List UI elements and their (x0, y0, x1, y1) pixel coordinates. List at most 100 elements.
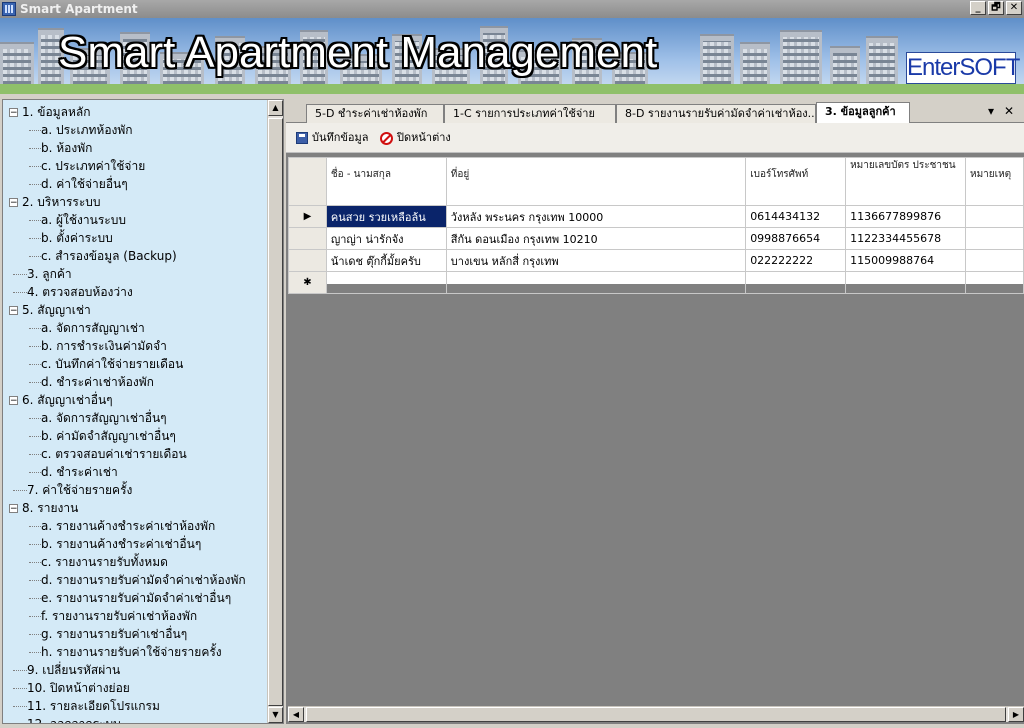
tree-menu-item[interactable]: b. การชำระเงินค่ามัดจำ (3, 337, 267, 355)
tree-group-item[interactable]: −6. สัญญาเช่าอื่นๆ (3, 391, 267, 409)
table-cell[interactable]: คนสวย รวยเหลือล้น (325, 205, 447, 228)
minimize-button[interactable]: _ (970, 1, 986, 15)
tree-menu-item[interactable]: b. ค่ามัดจำสัญญาเช่าอื่นๆ (3, 427, 267, 445)
table-cell[interactable] (745, 271, 847, 294)
table-cell[interactable] (845, 271, 966, 294)
tree-group-item[interactable]: 10. ปิดหน้าต่างย่อย (3, 679, 267, 697)
tree-menu-item[interactable]: c. ตรวจสอบค่าเช่ารายเดือน (3, 445, 267, 463)
grid-horizontal-scrollbar[interactable]: ◀ ▶ (288, 706, 1024, 722)
tree-connector (29, 616, 41, 617)
tree-group-item[interactable]: −5. สัญญาเช่า (3, 301, 267, 319)
table-row[interactable]: น้าเดช ตุ๊กกี้มั้ยครับ บางเขน หลักสี่ กรุ… (288, 249, 1024, 272)
row-selector[interactable]: ▶ (288, 205, 327, 228)
table-cell[interactable]: 0614434132 (745, 205, 847, 228)
customer-grid[interactable]: ชื่อ - นามสกุล ที่อยู่ เบอร์โทรศัพท์ หมา… (288, 156, 1024, 294)
table-row[interactable]: ญาญ่า น่ารักจัง สีกัน ดอนเมือง กรุงเทพ 10… (288, 227, 1024, 250)
tree-menu-item[interactable]: b. รายงานค้างชำระค่าเช่าอื่นๆ (3, 535, 267, 553)
new-row-marker-icon[interactable]: ✱ (288, 271, 327, 294)
tree-menu-item[interactable]: c. รายงานรายรับทั้งหมด (3, 553, 267, 571)
column-header-name[interactable]: ชื่อ - นามสกุล (325, 157, 447, 206)
scroll-up-arrow-icon[interactable]: ▲ (268, 100, 283, 116)
tree-menu-item[interactable]: e. รายงานรายรับค่ามัดจำค่าเช่าอื่นๆ (3, 589, 267, 607)
restore-button[interactable]: 🗗 (988, 1, 1004, 15)
tree-menu-item[interactable]: a. รายงานค้างชำระค่าเช่าห้องพัก (3, 517, 267, 535)
table-cell[interactable] (965, 271, 1024, 294)
tree-connector (29, 328, 41, 329)
tree-scroll-thumb[interactable] (268, 118, 283, 706)
row-selector[interactable] (288, 249, 327, 272)
row-selector[interactable] (288, 227, 327, 250)
save-button[interactable]: บันทึกข้อมูล (296, 130, 369, 146)
grid-scroll-thumb[interactable] (306, 707, 1006, 722)
table-cell[interactable]: วังหลัง พระนคร กรุงเทพ 10000 (445, 205, 747, 228)
tree-menu-item[interactable]: a. จัดการสัญญาเช่า (3, 319, 267, 337)
tree-menu-item[interactable]: c. บันทึกค่าใช้จ่ายรายเดือน (3, 355, 267, 373)
tab-expense-types[interactable]: 1-C รายการประเภทค่าใช้จ่าย (444, 104, 616, 123)
tree-menu-item[interactable]: c. ประเภทค่าใช้จ่าย (3, 157, 267, 175)
tree-item-label: a. ประเภทห้องพัก (41, 123, 133, 137)
scroll-down-arrow-icon[interactable]: ▼ (268, 707, 283, 723)
collapse-toggle-icon[interactable]: − (9, 108, 18, 118)
tree-menu-item[interactable]: d. ค่าใช้จ่ายอื่นๆ (3, 175, 267, 193)
tree-group-item[interactable]: 7. ค่าใช้จ่ายรายครั้ง (3, 481, 267, 499)
tree-group-item[interactable]: −2. บริหารระบบ (3, 193, 267, 211)
tree-item-label: b. ค่ามัดจำสัญญาเช่าอื่นๆ (41, 429, 176, 443)
tree-group-item[interactable]: −8. รายงาน (3, 499, 267, 517)
table-row[interactable]: ▶ คนสวย รวยเหลือล้น วังหลัง พระนคร กรุงเทพ… (288, 205, 1024, 228)
tab-payment-rent[interactable]: 5-D ชำระค่าเช่าห้องพัก (306, 104, 444, 123)
table-cell[interactable]: 0998876654 (745, 227, 847, 250)
tree-menu-item[interactable]: a. จัดการสัญญาเช่าอื่นๆ (3, 409, 267, 427)
tree-group-item[interactable]: 11. รายละเอียดโปรแกรม (3, 697, 267, 715)
tab-deposit-report[interactable]: 8-D รายงานรายรับค่ามัดจำค่าเช่าห้อง... (616, 104, 816, 123)
tree-group-item[interactable]: −1. ข้อมูลหลัก (3, 103, 267, 121)
tab-customer-info[interactable]: 3. ข้อมูลลูกค้า (816, 102, 910, 123)
tree-menu-item[interactable]: d. ชำระค่าเช่า (3, 463, 267, 481)
tree-item-label: 3. ลูกค้า (27, 267, 72, 281)
tree-menu-item[interactable]: d. ชำระค่าเช่าห้องพัก (3, 373, 267, 391)
tree-menu-item[interactable]: g. รายงานรายรับค่าเช่าอื่นๆ (3, 625, 267, 643)
tab-list-dropdown-icon[interactable]: ▾ (988, 104, 994, 118)
table-cell[interactable] (965, 227, 1024, 250)
tree-menu-item[interactable]: a. ผู้ใช้งานระบบ (3, 211, 267, 229)
table-cell[interactable]: ญาญ่า น่ารักจัง (325, 227, 447, 250)
table-cell[interactable]: 022222222 (745, 249, 847, 272)
table-cell[interactable] (965, 205, 1024, 228)
tree-group-item[interactable]: 9. เปลี่ยนรหัสผ่าน (3, 661, 267, 679)
close-form-button[interactable]: ปิดหน้าต่าง (380, 130, 451, 146)
new-row[interactable]: ✱ (288, 271, 1024, 294)
tree-menu-item[interactable]: b. ตั้งค่าระบบ (3, 229, 267, 247)
column-header-phone[interactable]: เบอร์โทรศัพท์ (745, 157, 847, 206)
column-header-address[interactable]: ที่อยู่ (445, 157, 747, 206)
collapse-toggle-icon[interactable]: − (9, 306, 18, 316)
collapse-toggle-icon[interactable]: − (9, 198, 18, 208)
tree-menu-item[interactable]: f. รายงานรายรับค่าเช่าห้องพัก (3, 607, 267, 625)
table-cell[interactable]: 1122334455678 (845, 227, 966, 250)
tree-menu-item[interactable]: d. รายงานรายรับค่ามัดจำค่าเช่าห้องพัก (3, 571, 267, 589)
close-tab-icon[interactable]: ✕ (1004, 104, 1014, 118)
tree-group-item[interactable]: 12. ออกจากระบบ (3, 715, 267, 723)
scroll-left-arrow-icon[interactable]: ◀ (288, 707, 304, 722)
tree-menu-item[interactable]: b. ห้องพัก (3, 139, 267, 157)
table-cell[interactable]: บางเขน หลักสี่ กรุงเทพ (445, 249, 747, 272)
table-cell[interactable]: สีกัน ดอนเมือง กรุงเทพ 10210 (445, 227, 747, 250)
collapse-toggle-icon[interactable]: − (9, 396, 18, 406)
tree-group-item[interactable]: 3. ลูกค้า (3, 265, 267, 283)
tree-item-label: 4. ตรวจสอบห้องว่าง (27, 285, 133, 299)
close-window-button[interactable]: ✕ (1006, 1, 1022, 15)
tree-menu-item[interactable]: c. สำรองข้อมูล (Backup) (3, 247, 267, 265)
table-cell[interactable]: 115009988764 (845, 249, 966, 272)
tree-group-item[interactable]: 4. ตรวจสอบห้องว่าง (3, 283, 267, 301)
tree-menu-item[interactable]: h. รายงานรายรับค่าใช้จ่ายรายครั้ง (3, 643, 267, 661)
tree-connector (29, 634, 41, 635)
collapse-toggle-icon[interactable]: − (9, 504, 18, 514)
table-cell[interactable]: น้าเดช ตุ๊กกี้มั้ยครับ (325, 249, 447, 272)
table-cell[interactable] (445, 271, 747, 294)
column-header-id-card[interactable]: หมายเลขบัตร ประชาชน (845, 157, 966, 206)
tree-menu-item[interactable]: a. ประเภทห้องพัก (3, 121, 267, 139)
table-cell[interactable]: 1136677899876 (845, 205, 966, 228)
scroll-right-arrow-icon[interactable]: ▶ (1008, 707, 1024, 722)
table-cell[interactable] (325, 271, 447, 294)
table-cell[interactable] (965, 249, 1024, 272)
tree-scrollbar[interactable]: ▲ ▼ (267, 100, 283, 723)
column-header-note[interactable]: หมายเหตุ (965, 157, 1024, 206)
